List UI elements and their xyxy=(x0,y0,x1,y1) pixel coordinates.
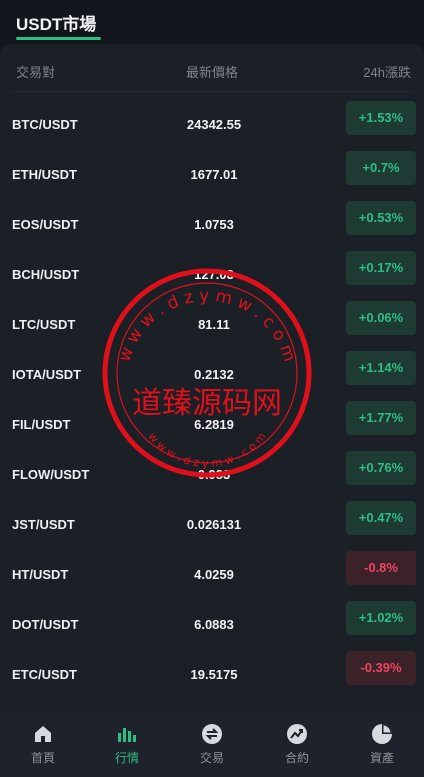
column-header-price: 最新價格 xyxy=(186,65,239,80)
market-row[interactable]: BCH/USDT 127.03 +0.17% xyxy=(0,251,424,301)
change-badge: +1.14% xyxy=(346,351,416,385)
change-badge: +0.17% xyxy=(346,251,416,285)
change-badge: +0.76% xyxy=(346,451,416,485)
change-badge: +0.06% xyxy=(346,301,416,335)
trade-icon xyxy=(202,724,222,744)
change-badge: +0.7% xyxy=(346,151,416,185)
last-price: 24342.55 xyxy=(186,117,242,132)
last-price: 6.2819 xyxy=(194,417,234,432)
market-chart-icon xyxy=(118,728,136,742)
title-underline xyxy=(16,37,101,40)
tab-assets[interactable]: 資產 xyxy=(340,713,424,777)
tab-label: 首頁 xyxy=(30,751,55,765)
pair-name: EOS/USDT xyxy=(12,217,79,232)
market-row[interactable]: JST/USDT 0.026131 +0.47% xyxy=(0,501,424,551)
pair-name: FLOW/USDT xyxy=(12,467,90,482)
pair-name: FIL/USDT xyxy=(12,417,71,432)
change-badge: +1.53% xyxy=(346,101,416,135)
market-row[interactable]: DOT/USDT 6.0883 +1.02% xyxy=(0,601,424,651)
market-row[interactable]: IOTA/USDT 0.2132 +1.14% xyxy=(0,351,424,401)
column-header-pair: 交易對 xyxy=(16,65,56,80)
market-row[interactable]: ETC/USDT 19.5175 -0.39% xyxy=(0,651,424,701)
last-price: 0.026131 xyxy=(186,517,242,532)
last-price: 19.5175 xyxy=(190,667,238,682)
bottom-tab-bar: 首頁 行情 交易 合約 資產 xyxy=(0,713,424,777)
last-price: 127.03 xyxy=(194,267,234,282)
market-row[interactable]: EOS/USDT 1.0753 +0.53% xyxy=(0,201,424,251)
pair-name: BTC/USDT xyxy=(12,117,78,132)
change-badge: -0.8% xyxy=(346,551,416,585)
pair-name: IOTA/USDT xyxy=(12,367,82,382)
change-badge: +1.77% xyxy=(346,401,416,435)
tab-label: 合約 xyxy=(284,751,309,765)
tab-market[interactable]: 行情 xyxy=(85,713,169,777)
assets-pie-icon xyxy=(372,724,392,744)
change-badge: +0.47% xyxy=(346,501,416,535)
pair-name: JST/USDT xyxy=(12,517,75,532)
home-icon xyxy=(35,726,51,742)
market-row[interactable]: HT/USDT 4.0259 -0.8% xyxy=(0,551,424,601)
pair-name: LTC/USDT xyxy=(12,317,76,332)
contract-icon xyxy=(287,724,307,744)
header-divider xyxy=(10,91,414,92)
pair-name: HT/USDT xyxy=(12,567,69,582)
pair-name: ETC/USDT xyxy=(12,667,77,682)
last-price: 0.2132 xyxy=(194,367,234,382)
last-price: 0.983 xyxy=(197,467,231,482)
last-price: 1.0753 xyxy=(194,217,234,232)
tab-trade[interactable]: 交易 xyxy=(170,713,254,777)
last-price: 4.0259 xyxy=(194,567,234,582)
change-badge: +1.02% xyxy=(346,601,416,635)
last-price: 1677.01 xyxy=(190,167,238,182)
pair-name: BCH/USDT xyxy=(12,267,80,282)
last-price: 81.11 xyxy=(198,317,230,332)
column-header-change: 24h漲跌 xyxy=(363,65,411,80)
change-badge: -0.39% xyxy=(346,651,416,685)
market-row[interactable]: LTC/USDT 81.11 +0.06% xyxy=(0,301,424,351)
market-row[interactable]: FLOW/USDT 0.983 +0.76% xyxy=(0,451,424,501)
pair-name: DOT/USDT xyxy=(12,617,79,632)
change-badge: +0.53% xyxy=(346,201,416,235)
market-row[interactable]: BTC/USDT 24342.55 +1.53% xyxy=(0,101,424,151)
header: USDT市場 xyxy=(0,0,424,44)
pair-name: ETH/USDT xyxy=(12,167,77,182)
tab-label: 交易 xyxy=(199,751,224,765)
market-row[interactable]: ETH/USDT 1677.01 +0.7% xyxy=(0,151,424,201)
market-row[interactable]: FIL/USDT 6.2819 +1.77% xyxy=(0,401,424,451)
tab-contract[interactable]: 合約 xyxy=(255,713,339,777)
last-price: 6.0883 xyxy=(194,617,234,632)
tab-label: 行情 xyxy=(114,751,139,765)
tab-home[interactable]: 首頁 xyxy=(1,713,85,777)
tab-label: 資產 xyxy=(369,751,394,765)
page-title[interactable]: USDT市場 xyxy=(16,10,96,35)
